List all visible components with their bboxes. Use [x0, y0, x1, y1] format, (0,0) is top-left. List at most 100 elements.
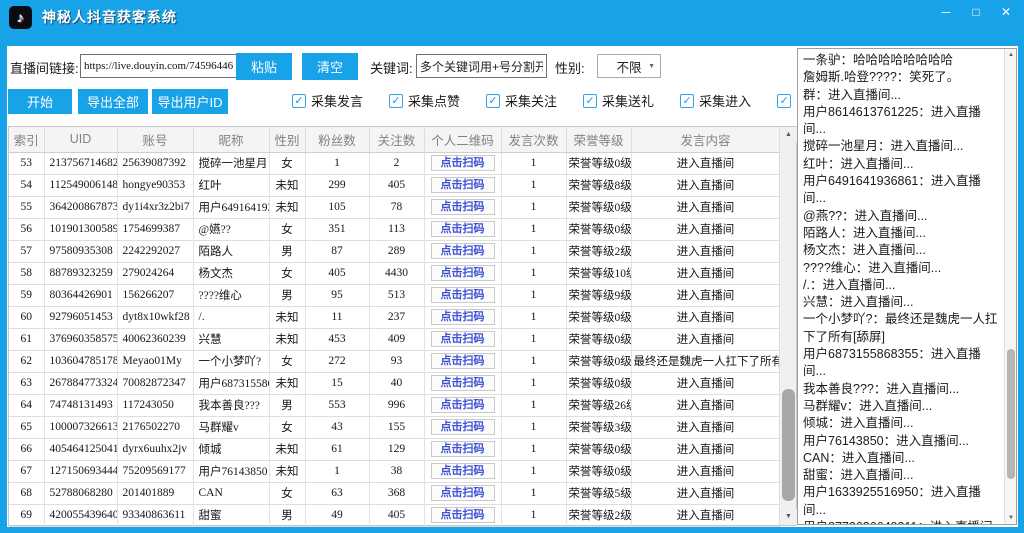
- scan-qr-button[interactable]: 点击扫码: [431, 155, 495, 171]
- table-row[interactable]: 61376960358575040062360239兴慧未知453409点击扫码…: [9, 328, 780, 350]
- cell-nickname: 倾城: [193, 438, 269, 460]
- title-bar: ♪ 神秘人抖音获客系统 ─ □ ✕: [0, 0, 1024, 34]
- table-row[interactable]: 651000073266132176502270马群耀v女43155点击扫码1荣…: [9, 416, 780, 438]
- scan-qr-button[interactable]: 点击扫码: [431, 485, 495, 501]
- table-row[interactable]: 561019013005891754699387@嬿??女351113点击扫码1…: [9, 218, 780, 240]
- cell-honor: 荣誉等级0级: [566, 218, 631, 240]
- table-row[interactable]: 62103604785178Meyao01My一个小梦吖?女27293点击扫码1…: [9, 350, 780, 372]
- table-scrollbar[interactable]: ▲ ▼: [779, 127, 796, 525]
- scan-qr-button[interactable]: 点击扫码: [431, 287, 495, 303]
- gender-dropdown[interactable]: 不限 ▼: [597, 54, 661, 78]
- log-line: 红叶：进入直播间...: [803, 156, 1003, 173]
- live-link-input[interactable]: [80, 54, 240, 78]
- scan-qr-button[interactable]: 点击扫码: [431, 265, 495, 281]
- checkbox-check-icon[interactable]: ✓: [389, 94, 403, 108]
- cell-account: 2242292027: [117, 240, 193, 262]
- scan-qr-button[interactable]: 点击扫码: [431, 177, 495, 193]
- scan-qr-button[interactable]: 点击扫码: [431, 507, 495, 523]
- table-row[interactable]: 69420055439640093340863611甜蜜男49405点击扫码1荣…: [9, 504, 780, 526]
- cell-content: 进入直播间: [631, 482, 780, 504]
- table-row[interactable]: 5888789323259279024264杨文杰女4054430点击扫码1荣誉…: [9, 262, 780, 284]
- gender-value: 不限: [616, 57, 641, 76]
- cell-fans: 1: [305, 152, 369, 174]
- start-button[interactable]: 开始: [8, 89, 72, 114]
- keyword-input[interactable]: [416, 54, 547, 78]
- checkbox-group: ✓采集发言✓采集点赞✓采集关注✓采集送礼✓采集进入✓自动滚屏: [292, 91, 848, 110]
- log-line: CAN：进入直播间...: [803, 450, 1003, 467]
- scan-qr-button[interactable]: 点击扫码: [431, 243, 495, 259]
- column-header: 索引: [9, 127, 44, 152]
- cell-speeches: 1: [501, 218, 566, 240]
- window-controls: ─ □ ✕: [938, 4, 1014, 20]
- table-row[interactable]: 6852788068280201401889CAN女63368点击扫码1荣誉等级…: [9, 482, 780, 504]
- cell-fans: 272: [305, 350, 369, 372]
- paste-button[interactable]: 粘贴: [236, 53, 292, 80]
- scan-qr-button[interactable]: 点击扫码: [431, 199, 495, 215]
- collect-checkbox-2[interactable]: ✓采集关注: [486, 91, 557, 110]
- scan-qr-button[interactable]: 点击扫码: [431, 375, 495, 391]
- export-all-button[interactable]: 导出全部: [78, 89, 148, 114]
- cell-fans: 11: [305, 306, 369, 328]
- log-scroll-down-icon[interactable]: ▼: [1005, 512, 1017, 524]
- cell-gender: 未知: [269, 372, 305, 394]
- log-scrollbar[interactable]: ▲ ▼: [1004, 49, 1016, 524]
- checkbox-check-icon[interactable]: ✓: [292, 94, 306, 108]
- log-line: 用户6873155868355：进入直播间...: [803, 346, 1003, 381]
- scan-qr-button[interactable]: 点击扫码: [431, 221, 495, 237]
- log-scrollbar-thumb[interactable]: [1007, 349, 1015, 479]
- checkbox-check-icon[interactable]: ✓: [680, 94, 694, 108]
- cell-content: 进入直播间: [631, 372, 780, 394]
- maximize-icon[interactable]: □: [968, 4, 984, 20]
- close-icon[interactable]: ✕: [998, 4, 1014, 20]
- table-row[interactable]: 67127150693444075209569177用户76143850未知13…: [9, 460, 780, 482]
- cell-account: 75209569177: [117, 460, 193, 482]
- clear-button[interactable]: 清空: [302, 53, 358, 80]
- table-row[interactable]: 5980364426901156266207????维心男95513点击扫码1荣…: [9, 284, 780, 306]
- cell-honor: 荣誉等级0级: [566, 306, 631, 328]
- checkbox-check-icon[interactable]: ✓: [486, 94, 500, 108]
- column-header: 个人二维码: [424, 127, 501, 152]
- scroll-down-icon[interactable]: ▼: [780, 509, 797, 525]
- table-row[interactable]: 6092796051453dyt8x10wkf28/.未知11237点击扫码1荣…: [9, 306, 780, 328]
- table-row[interactable]: 541125490061483hongye90353红叶未知299405点击扫码…: [9, 174, 780, 196]
- scroll-up-icon[interactable]: ▲: [780, 127, 797, 143]
- minimize-icon[interactable]: ─: [938, 4, 954, 20]
- column-header: 粉丝数: [305, 127, 369, 152]
- scan-qr-button[interactable]: 点击扫码: [431, 309, 495, 325]
- log-line: 一个小梦吖?：最终还是魏虎一人扛下了所有[舔屏]: [803, 311, 1003, 346]
- scan-qr-button[interactable]: 点击扫码: [431, 441, 495, 457]
- cell-follows: 38: [369, 460, 424, 482]
- checkbox-check-icon[interactable]: ✓: [777, 94, 791, 108]
- scan-qr-button[interactable]: 点击扫码: [431, 331, 495, 347]
- export-user-id-button[interactable]: 导出用户ID: [152, 89, 228, 114]
- cell-fans: 49: [305, 504, 369, 526]
- collect-checkbox-0[interactable]: ✓采集发言: [292, 91, 363, 110]
- table-row[interactable]: 6474748131493117243050我本善良???男553996点击扫码…: [9, 394, 780, 416]
- scan-qr-button[interactable]: 点击扫码: [431, 353, 495, 369]
- table-scrollbar-thumb[interactable]: [782, 389, 795, 501]
- cell-speeches: 1: [501, 416, 566, 438]
- cell-speeches: 1: [501, 394, 566, 416]
- collect-checkbox-3[interactable]: ✓采集送礼: [583, 91, 654, 110]
- collect-checkbox-4[interactable]: ✓采集进入: [680, 91, 751, 110]
- scan-qr-button[interactable]: 点击扫码: [431, 397, 495, 413]
- scan-qr-button[interactable]: 点击扫码: [431, 419, 495, 435]
- cell-account: 156266207: [117, 284, 193, 306]
- checkbox-check-icon[interactable]: ✓: [583, 94, 597, 108]
- collect-checkbox-1[interactable]: ✓采集点赞: [389, 91, 460, 110]
- table-row[interactable]: 53213756714682125639087392搅碎一池星月女12点击扫码1…: [9, 152, 780, 174]
- table-row[interactable]: 63267884773324270082872347用户687315586未知1…: [9, 372, 780, 394]
- log-line: 杨文杰：进入直播间...: [803, 242, 1003, 259]
- cell-follows: 78: [369, 196, 424, 218]
- cell-gender: 未知: [269, 460, 305, 482]
- log-scroll-up-icon[interactable]: ▲: [1005, 49, 1017, 61]
- cell-index: 62: [9, 350, 44, 372]
- table-row[interactable]: 553642008678735dy1i4xr3z2bi7用户649164193未…: [9, 196, 780, 218]
- table-row[interactable]: 57975809353082242292027陌路人男87289点击扫码1荣誉等…: [9, 240, 780, 262]
- cell-content: 进入直播间: [631, 416, 780, 438]
- keyword-label: 关键词:: [370, 58, 413, 77]
- cell-follows: 996: [369, 394, 424, 416]
- scan-qr-button[interactable]: 点击扫码: [431, 463, 495, 479]
- table-row[interactable]: 664054641250413dyrx6uuhx2jv倾城未知61129点击扫码…: [9, 438, 780, 460]
- cell-uid: 103604785178: [44, 350, 117, 372]
